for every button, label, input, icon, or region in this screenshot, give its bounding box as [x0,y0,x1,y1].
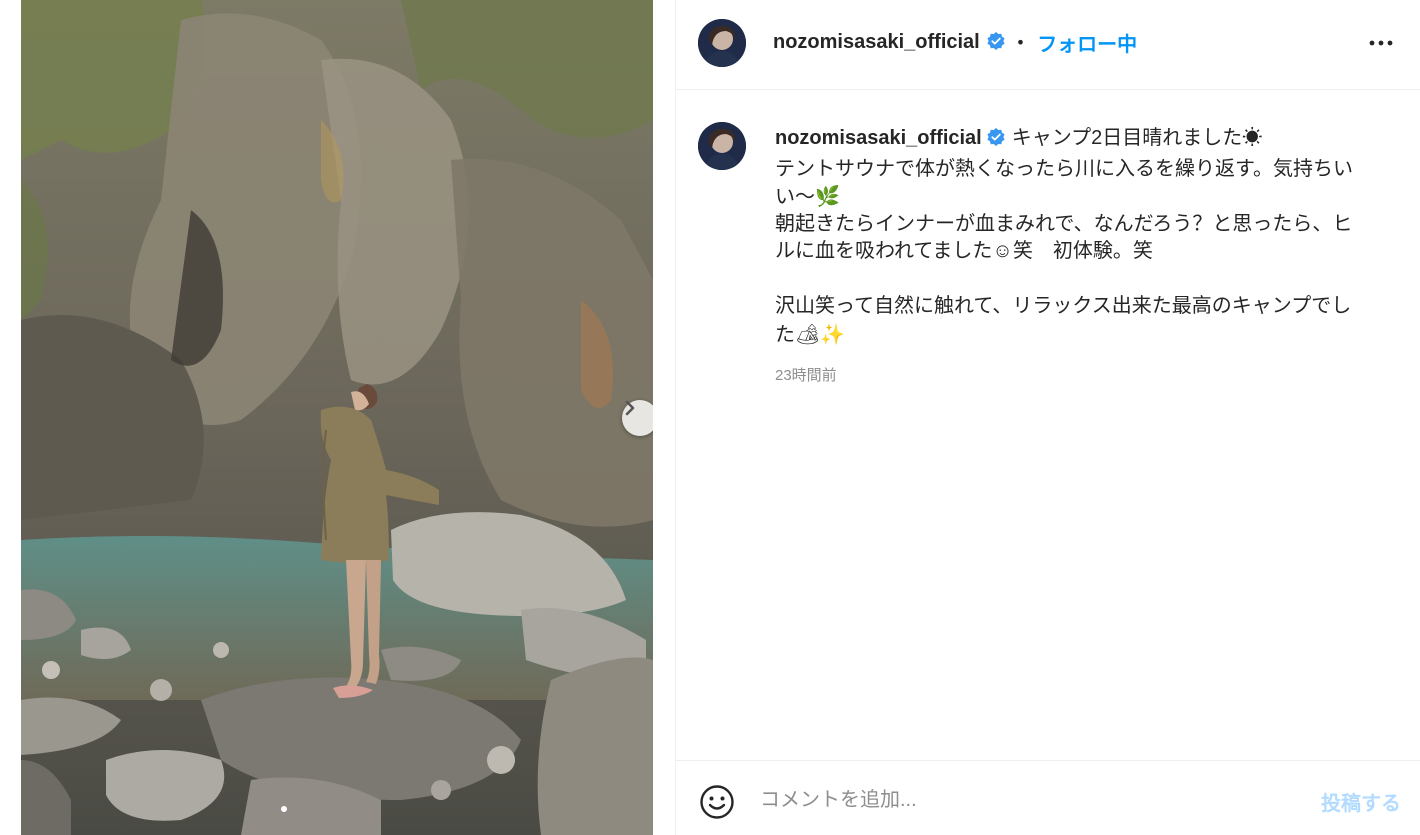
post-header: nozomisasaki_official • フォロー中 [676,0,1420,90]
more-options-button[interactable] [1368,34,1394,56]
caption-line-7: 沢山笑って自然に触れて、リラックス出来た最高のキャンプでし [775,295,1352,317]
caption-line-1: キャンプ2日目晴れました☀ [1011,127,1263,149]
post-details-panel: nozomisasaki_official • フォロー中 nozomisasa… [675,0,1420,835]
carousel-dot-active [281,806,287,812]
comment-bar: 投稿する [676,760,1420,835]
smile-icon [700,785,734,819]
comment-input[interactable] [758,779,1282,821]
more-icon [1369,40,1393,46]
post-photo [21,0,653,835]
chevron-right-icon [625,400,635,416]
caption-line: nozomisasaki_official キャンプ2日目晴れました☀ [775,125,1387,156]
avatar-image [698,122,746,170]
avatar[interactable] [698,19,746,67]
following-button[interactable]: フォロー中 [1037,28,1137,57]
header-username[interactable]: nozomisasaki_official [773,31,980,54]
post-comment-button[interactable]: 投稿する [1321,787,1401,816]
carousel-indicator [281,806,287,812]
photo-illustration [21,0,653,835]
caption-line-2: テントサウナで体が熱くなったら川に入るを繰り返す。気持ちい [775,157,1353,180]
caption-line-3: い〜🌿 [775,184,840,208]
emoji-button[interactable] [699,784,735,824]
post-timestamp[interactable]: 23時間前 [775,364,837,385]
avatar-image [698,19,746,67]
header-user-row: nozomisasaki_official • フォロー中 [773,28,1137,57]
caption-text: nozomisasaki_official キャンプ2日目晴れました☀ テントサウ… [775,125,1387,348]
caption-line-6 [775,266,1387,294]
caption-line-4: 朝起きたらインナーが血まみれで、なんだろう？と思ったら、ヒ [775,212,1353,235]
header-separator: • [1015,33,1026,52]
caption-avatar[interactable] [698,122,746,170]
verified-badge-icon [986,127,1006,156]
caption-username[interactable]: nozomisasaki_official [775,127,982,149]
carousel-next-button[interactable] [622,400,653,436]
caption-line-5: ルに血を吸われてました☺笑 初体験。笑 [775,240,1153,262]
verified-badge-icon [986,31,1006,55]
caption-line-8: た🏕✨ [775,321,846,346]
